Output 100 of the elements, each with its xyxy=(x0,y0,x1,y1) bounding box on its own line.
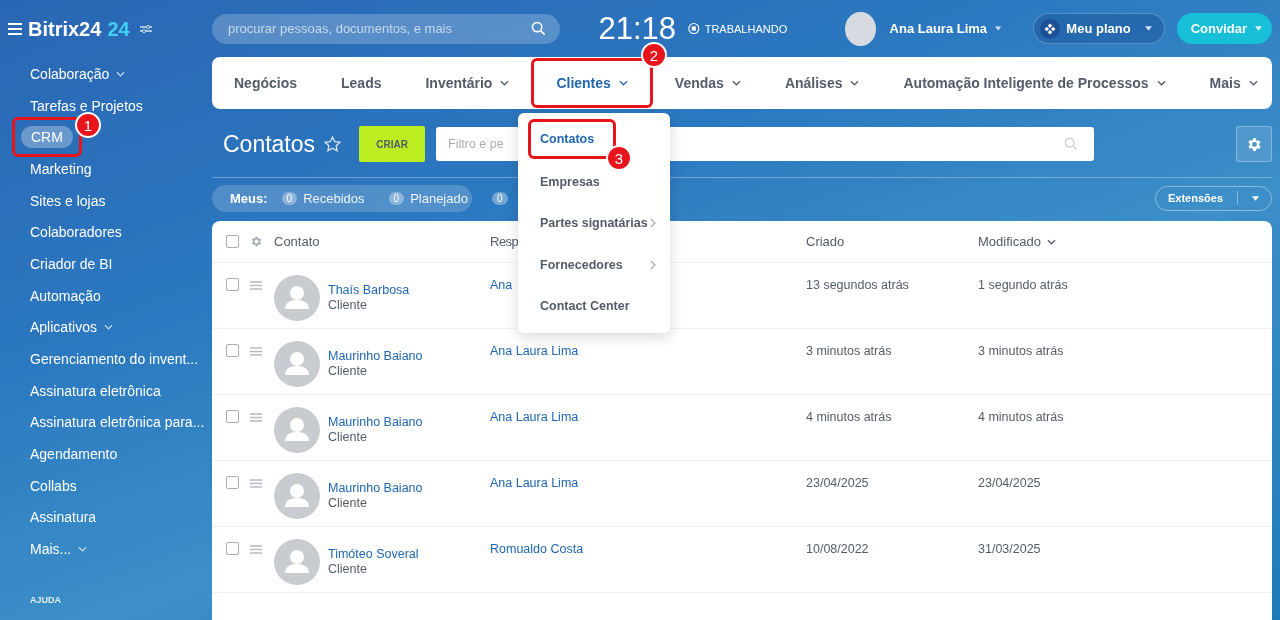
contact-name-link[interactable]: Maurinho Baiano xyxy=(328,481,490,495)
nav-tab[interactable]: Automação Inteligente de Processos xyxy=(881,57,1188,109)
chevron-right-icon xyxy=(650,259,656,270)
page-title: Contatos xyxy=(223,130,316,158)
work-status[interactable]: TRABALHANDO xyxy=(704,22,788,35)
sidebar-item[interactable]: Assinatura xyxy=(30,509,97,526)
responsible-link[interactable]: Romualdo Costa xyxy=(490,542,806,556)
create-button[interactable]: CRIAR xyxy=(359,126,426,162)
logo-number: 24 xyxy=(107,17,130,41)
counter-label: Meus: xyxy=(230,190,268,206)
contact-name-link[interactable]: Maurinho Baiano xyxy=(328,415,490,429)
menu-item[interactable]: Partes signatárias xyxy=(518,202,670,244)
checkbox[interactable] xyxy=(226,344,239,357)
sidebar-item[interactable]: Criador de BI xyxy=(30,255,113,272)
checkbox[interactable] xyxy=(226,410,239,423)
step-badge: 1 xyxy=(74,112,101,139)
chevron-down-icon xyxy=(116,70,126,77)
sidebar-item[interactable]: Aplicativos xyxy=(30,319,113,336)
sidebar-item[interactable]: Mais... xyxy=(30,541,88,558)
contact-type: Cliente xyxy=(328,298,368,312)
responsible-link[interactable]: Ana Laura Lima xyxy=(490,344,806,358)
drag-handle-icon[interactable] xyxy=(250,479,262,488)
chevron-down-icon xyxy=(850,80,860,86)
gear-icon[interactable] xyxy=(250,235,263,248)
sidebar-item[interactable]: Tarefas e Projetos xyxy=(30,97,143,114)
sidebar-item[interactable]: Marketing xyxy=(30,160,92,177)
contact-name-link[interactable]: Timóteo Soveral xyxy=(328,547,490,561)
avatar-silhouette-icon xyxy=(274,341,320,387)
settings-button[interactable] xyxy=(1236,126,1272,162)
table-cell-text: 23/04/2025 xyxy=(978,476,1042,490)
settings-icon xyxy=(1245,135,1263,153)
drag-handle-icon[interactable] xyxy=(250,281,262,290)
sidebar-item[interactable]: Assinatura eletrônica xyxy=(30,382,161,399)
table-cell-text: 10/08/2022 xyxy=(806,542,870,556)
checkbox[interactable] xyxy=(226,476,239,489)
star-icon[interactable] xyxy=(323,134,343,154)
checkbox[interactable] xyxy=(226,542,239,555)
menu-item[interactable]: Contact Center xyxy=(518,285,670,327)
sidebar-item[interactable]: Gerenciamento do invent... xyxy=(30,351,199,368)
nav-tab[interactable]: Leads xyxy=(319,57,404,109)
caret-icon xyxy=(1144,26,1152,31)
avatar-silhouette-icon xyxy=(274,539,320,585)
table-cell-text: 3 minutos atrás xyxy=(978,344,1065,358)
drag-handle-icon[interactable] xyxy=(250,413,262,422)
contact-type: Cliente xyxy=(328,430,368,444)
checkbox[interactable] xyxy=(226,235,239,248)
chevron-down-icon xyxy=(1156,80,1166,86)
menu-item[interactable]: Fornecedores xyxy=(518,244,670,286)
column-header[interactable]: Modificado xyxy=(978,234,1041,249)
chevron-right-icon xyxy=(650,218,656,229)
contact-type: Cliente xyxy=(328,496,368,510)
contact-name-link[interactable]: Maurinho Baiano xyxy=(328,349,490,363)
menu-icon[interactable] xyxy=(8,23,22,35)
avatar-silhouette-icon xyxy=(274,473,320,519)
logo[interactable]: Bitrix24 xyxy=(28,17,102,41)
stop-circle-icon[interactable] xyxy=(688,22,700,35)
drag-handle-icon[interactable] xyxy=(250,347,262,356)
search-icon[interactable] xyxy=(1064,137,1079,151)
table-cell-text: 1 segundo atrás xyxy=(978,278,1069,292)
user-name[interactable]: Ana Laura Lima xyxy=(889,21,988,36)
chevron-down-icon xyxy=(731,80,741,86)
drag-handle-icon[interactable] xyxy=(250,545,262,554)
chevron-down-icon xyxy=(500,80,510,86)
sidebar-item[interactable]: Assinatura eletrônica para... xyxy=(30,414,205,431)
nav-tab[interactable]: Análises xyxy=(762,57,882,109)
avatar-silhouette-icon xyxy=(274,275,320,321)
column-header[interactable]: Criado xyxy=(806,234,978,249)
step-badge: 3 xyxy=(606,145,632,171)
column-header[interactable]: Contato xyxy=(274,234,490,249)
nav-tab[interactable]: Mais xyxy=(1187,57,1280,109)
sidebar-item[interactable]: Colaboração xyxy=(30,65,126,82)
table-cell-text: 31/03/2025 xyxy=(978,542,1042,556)
contact-name-link[interactable]: Thaís Barbosa xyxy=(328,283,490,297)
sidebar-item[interactable]: Collabs xyxy=(30,477,77,494)
avatar-silhouette-icon xyxy=(274,407,320,453)
sidebar-item[interactable]: Sites e lojas xyxy=(30,192,106,209)
avatar-photo-placeholder[interactable] xyxy=(845,11,876,46)
nav-tab[interactable]: Inventário xyxy=(403,57,532,109)
plan-button[interactable]: Meu plano xyxy=(1033,13,1165,44)
sidebar-item[interactable]: CRM xyxy=(21,126,73,149)
responsible-link[interactable]: Ana Laura Lima xyxy=(490,410,806,424)
counter-filter[interactable]: Planejado xyxy=(410,190,468,206)
table-cell-text: 3 minutos atrás xyxy=(806,344,893,358)
sidebar-item[interactable]: Colaboradores xyxy=(30,224,122,241)
sidebar-item[interactable]: Automação xyxy=(30,287,101,304)
chevron-down-icon xyxy=(1248,80,1258,86)
checkbox[interactable] xyxy=(226,278,239,291)
chevron-down-icon xyxy=(78,546,88,553)
search-icon[interactable] xyxy=(531,20,547,36)
sidebar-item[interactable]: Agendamento xyxy=(30,446,118,463)
table-cell-text: 23/04/2025 xyxy=(806,476,870,490)
caret-icon xyxy=(1252,195,1259,201)
sliders-icon[interactable] xyxy=(139,24,152,34)
step-badge: 2 xyxy=(640,42,667,68)
counter-filter[interactable]: Recebidos xyxy=(303,190,365,206)
nav-tab[interactable]: Negócios xyxy=(212,57,319,109)
chevron-down-icon xyxy=(1046,238,1056,245)
caret-icon xyxy=(995,26,1002,31)
responsible-link[interactable]: Ana Laura Lima xyxy=(490,476,806,490)
contact-type: Cliente xyxy=(328,364,368,378)
